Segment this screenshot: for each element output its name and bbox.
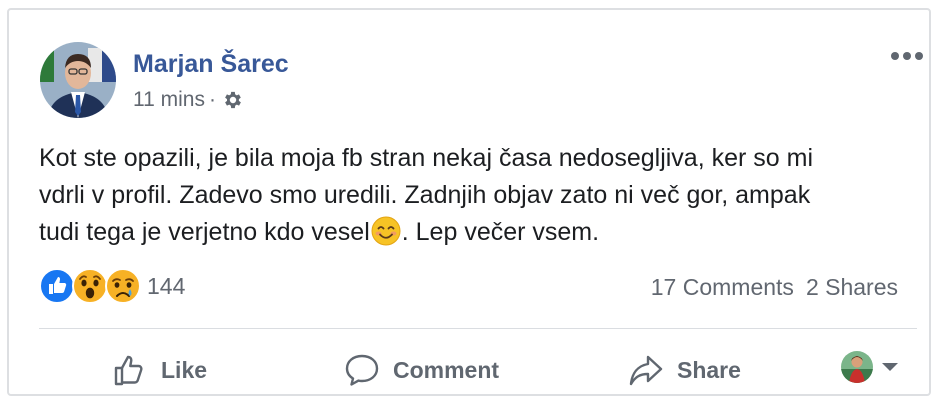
post-meta: 11 mins · <box>133 88 244 112</box>
author-name[interactable]: Marjan Šarec <box>133 50 289 79</box>
post-text-line-last: tudi tega je verjetno kdo vesel . Lep več… <box>39 214 914 251</box>
post-as-selector[interactable] <box>841 351 899 383</box>
comments-count[interactable]: 17 Comments <box>651 274 794 300</box>
page-avatar <box>841 351 873 383</box>
post-text-tail: . Lep večer vsem. <box>401 218 600 246</box>
like-button[interactable]: Like <box>111 348 207 392</box>
sad-reaction-icon <box>105 268 141 304</box>
post-text-line: Kot ste opazili, je bila moja fb stran n… <box>39 144 813 172</box>
chevron-down-icon <box>882 363 898 371</box>
meta-separator: · <box>208 88 216 111</box>
reaction-count[interactable]: 144 <box>147 273 185 300</box>
shares-count[interactable]: 2 Shares <box>806 274 898 300</box>
gear-icon[interactable] <box>222 89 244 111</box>
divider <box>39 328 917 329</box>
post-text: Kot ste opazili, je bila moja fb stran n… <box>39 140 914 251</box>
more-options-icon[interactable] <box>890 46 924 66</box>
post-stats: 17 Comments 2 Shares <box>651 274 898 301</box>
wow-reaction-icon <box>72 268 108 304</box>
post-text-fragment: tudi tega je verjetno kdo vesel <box>39 218 370 246</box>
share-button[interactable]: Share <box>627 348 741 392</box>
comment-icon <box>345 354 379 386</box>
post-text-line: vdrli v profil. Zadevo smo uredili. Zadn… <box>39 181 811 209</box>
reactions-bar[interactable]: 144 <box>39 266 185 306</box>
share-icon <box>629 355 663 386</box>
thumbs-up-icon <box>114 355 143 386</box>
comment-label: Comment <box>393 356 500 383</box>
share-label: Share <box>677 356 741 383</box>
post-timestamp[interactable]: 11 mins <box>133 88 205 112</box>
author-avatar[interactable] <box>40 42 116 118</box>
comment-button[interactable]: Comment <box>343 348 499 392</box>
like-reaction-icon <box>39 268 75 304</box>
smiling-face-emoji-icon <box>371 216 401 246</box>
like-label: Like <box>161 356 208 383</box>
post-card: Marjan Šarec 11 mins · Kot ste opazili, … <box>7 8 931 396</box>
